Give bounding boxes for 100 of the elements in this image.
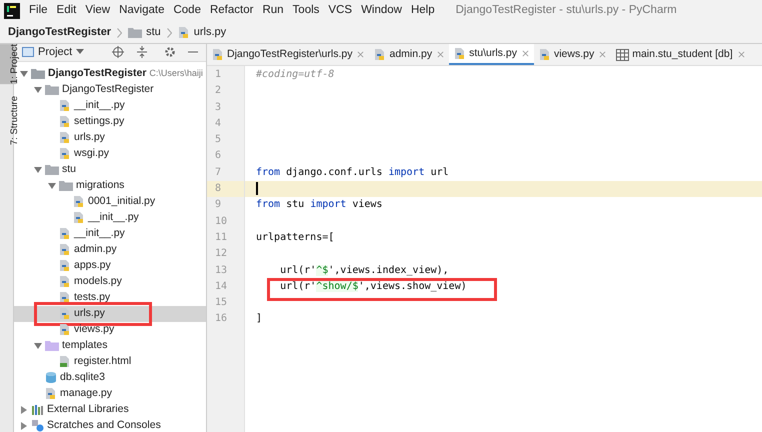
code-line: ]	[256, 313, 262, 324]
tree-item[interactable]: __init__.py	[74, 98, 125, 114]
menu-item[interactable]: View	[85, 2, 110, 20]
chevron-icon	[166, 28, 172, 38]
tree-item[interactable]: urls.py	[74, 306, 105, 322]
line-number: 12	[215, 248, 228, 260]
menu-item[interactable]: Run	[262, 2, 284, 20]
python-file-icon	[59, 323, 71, 336]
tree-item[interactable]: urls.py	[74, 130, 105, 146]
line-number: 10	[215, 216, 228, 227]
folder-icon	[31, 68, 45, 79]
menu-item[interactable]: Help	[410, 2, 435, 20]
code-line: url(r'^show/$',views.show_view)	[279, 280, 467, 292]
dropdown-icon[interactable]	[76, 49, 84, 56]
text-cursor	[256, 182, 258, 195]
tree-item[interactable]: DjangoTestRegister	[48, 66, 146, 82]
tree-item[interactable]: migrations	[76, 178, 124, 194]
python-file-icon	[59, 291, 71, 304]
close-icon[interactable]	[599, 51, 606, 58]
python-file-icon	[59, 259, 71, 272]
python-file-icon	[73, 211, 85, 224]
tree-item[interactable]: __init__.py	[88, 210, 139, 226]
line-number: 4	[215, 118, 222, 129]
editor-tab[interactable]: stu\urls.py	[449, 44, 534, 65]
tree-item[interactable]: External Libraries	[47, 402, 129, 418]
menu-item[interactable]: Refactor	[210, 2, 254, 20]
editor-tab[interactable]: admin.py	[369, 44, 450, 65]
line-number: 1	[215, 69, 222, 80]
line-number: 8	[215, 183, 222, 194]
chevron-icon	[117, 28, 122, 38]
tree-item[interactable]: DjangoTestRegister	[62, 82, 154, 98]
close-icon[interactable]	[522, 50, 529, 57]
close-icon[interactable]	[437, 51, 444, 58]
tool-window-tab[interactable]: 7: Structure	[0, 96, 16, 146]
python-file-icon	[374, 48, 386, 61]
database-icon	[45, 371, 57, 384]
folder-icon	[59, 180, 73, 191]
editor-tab[interactable]: DjangoTestRegister\urls.py	[207, 44, 370, 65]
folder-icon	[128, 27, 142, 38]
python-file-icon	[59, 131, 71, 144]
menu-item[interactable]: Edit	[56, 2, 76, 20]
line-number: 6	[215, 150, 222, 162]
line-number: 3	[215, 102, 222, 113]
python-file-icon	[59, 227, 71, 240]
window-title: DjangoTestRegister - stu\urls.py - PyCharm	[456, 3, 677, 18]
line-number: 2	[215, 85, 222, 96]
python-file-icon	[178, 26, 190, 39]
menu-item[interactable]: Tools	[292, 2, 320, 20]
project-path: C:\Users\haiji	[149, 66, 203, 80]
line-number: 5	[215, 134, 222, 146]
python-file-icon	[59, 99, 71, 112]
table-icon	[616, 48, 630, 60]
close-icon[interactable]	[357, 51, 364, 58]
tree-item[interactable]: db.sqlite3	[60, 370, 105, 386]
tree-item[interactable]: Scratches and Consoles	[47, 418, 161, 432]
collapse-all-icon[interactable]	[136, 46, 148, 58]
expand-arrow-icon[interactable]	[34, 342, 42, 350]
python-file-icon	[59, 147, 71, 160]
tree-item[interactable]: settings.py	[74, 114, 124, 130]
tree-item[interactable]: register.html	[74, 354, 132, 370]
tree-item[interactable]: wsgi.py	[74, 146, 110, 162]
tree-item[interactable]: models.py	[74, 274, 122, 290]
code-line: urlpatterns=[	[256, 232, 334, 243]
python-file-icon	[538, 48, 551, 61]
python-file-icon	[454, 47, 466, 60]
line-number: 15	[215, 297, 228, 308]
python-file-icon	[59, 243, 71, 256]
tree-item[interactable]: __init__.py	[74, 226, 125, 242]
tree-item[interactable]: tests.py	[74, 290, 110, 306]
panel-icon	[22, 47, 34, 58]
tree-item[interactable]: templates	[62, 338, 108, 354]
panel-title[interactable]: Project	[38, 44, 72, 60]
library-icon	[31, 404, 44, 416]
tree-item[interactable]: views.py	[74, 322, 114, 338]
settings-icon[interactable]	[164, 46, 176, 58]
tree-item[interactable]: stu	[62, 162, 76, 178]
menu-item[interactable]: File	[29, 2, 48, 20]
line-number: 13	[215, 264, 228, 276]
breadcrumb-item[interactable]: stu	[146, 24, 161, 41]
tree-item[interactable]: apps.py	[74, 258, 111, 274]
menu-item[interactable]: Navigate	[119, 2, 164, 20]
editor-tab[interactable]: views.py	[534, 44, 612, 65]
editor-tab[interactable]: main.stu_student [db]	[611, 44, 750, 65]
menu-item[interactable]: VCS	[328, 2, 352, 20]
tree-item[interactable]: admin.py	[74, 242, 117, 258]
folder-icon	[45, 84, 59, 95]
line-number: 14	[215, 280, 228, 292]
menu-item[interactable]: Window	[361, 2, 402, 20]
tree-item[interactable]: manage.py	[60, 386, 112, 402]
code-line: url(r'^$',views.index_view),	[279, 264, 449, 276]
breadcrumb-item[interactable]: urls.py	[194, 24, 226, 41]
python-file-icon	[212, 48, 224, 61]
locate-icon[interactable]	[112, 46, 124, 58]
breadcrumb-item[interactable]: DjangoTestRegister	[8, 24, 112, 41]
folder-icon	[45, 164, 59, 175]
code-line: from stu import views	[256, 199, 382, 210]
line-number: 16	[215, 313, 228, 324]
menu-item[interactable]: Code	[173, 2, 201, 20]
tree-item[interactable]: 0001_initial.py	[88, 194, 156, 210]
close-icon[interactable]	[738, 51, 745, 58]
